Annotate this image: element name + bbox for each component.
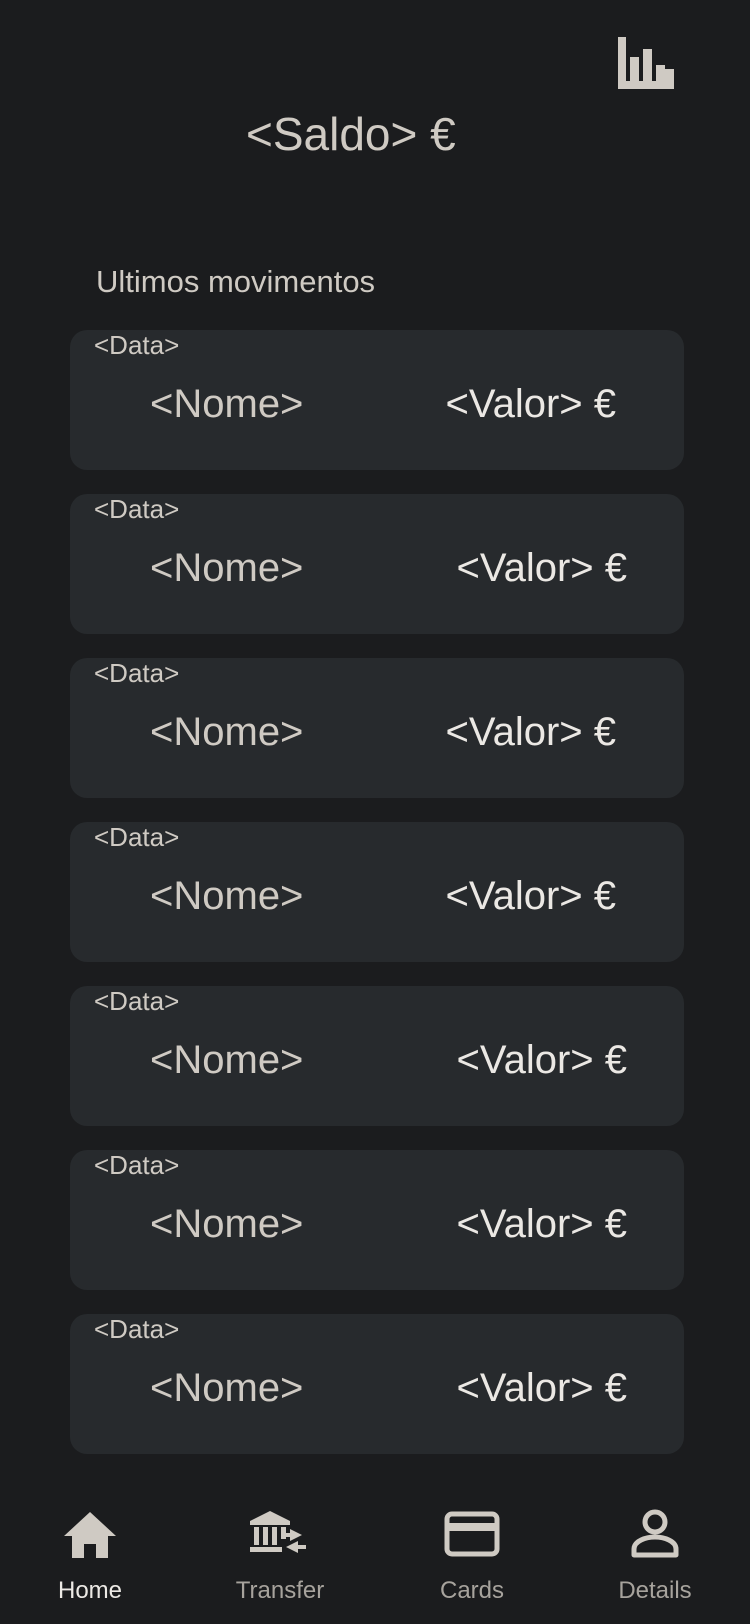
transaction-card[interactable]: <Data> <Nome> <Valor> € bbox=[70, 822, 684, 962]
credit-card-icon bbox=[440, 1502, 504, 1566]
transaction-date: <Data> bbox=[94, 1314, 180, 1344]
transaction-date: <Data> bbox=[94, 1150, 180, 1180]
statistics-button[interactable] bbox=[614, 32, 678, 94]
nav-details-label: Details bbox=[618, 1577, 692, 1604]
nav-cards[interactable]: Cards bbox=[392, 1484, 552, 1624]
home-icon bbox=[58, 1502, 122, 1566]
transaction-name: <Nome> bbox=[150, 874, 304, 918]
transaction-value: <Valor> € bbox=[445, 382, 617, 426]
transaction-date: <Data> bbox=[94, 822, 180, 852]
transaction-card[interactable]: <Data> <Nome> <Valor> € bbox=[70, 494, 684, 634]
transaction-value: <Valor> € bbox=[456, 1038, 628, 1082]
nav-details[interactable]: Details bbox=[575, 1484, 735, 1624]
transaction-date: <Data> bbox=[94, 494, 180, 524]
transaction-card[interactable]: <Data> <Nome> <Valor> € bbox=[70, 1150, 684, 1290]
transaction-name: <Nome> bbox=[150, 710, 304, 754]
transaction-date: <Data> bbox=[94, 658, 180, 688]
transaction-name: <Nome> bbox=[150, 1038, 304, 1082]
transaction-name: <Nome> bbox=[150, 1202, 304, 1246]
nav-transfer[interactable]: Transfer bbox=[200, 1484, 360, 1624]
transaction-name: <Nome> bbox=[150, 382, 304, 426]
bar-chart-icon bbox=[618, 37, 674, 89]
balance-amount: <Saldo> € bbox=[246, 108, 456, 160]
transaction-value: <Valor> € bbox=[456, 1366, 628, 1410]
transaction-date: <Data> bbox=[94, 330, 180, 360]
transaction-value: <Valor> € bbox=[445, 874, 617, 918]
transaction-card[interactable]: <Data> <Nome> <Valor> € bbox=[70, 330, 684, 470]
transactions-list: <Data> <Nome> <Valor> € <Data> <Nome> <V… bbox=[70, 330, 684, 1478]
transaction-value: <Valor> € bbox=[456, 1202, 628, 1246]
transaction-value: <Valor> € bbox=[445, 710, 617, 754]
nav-transfer-label: Transfer bbox=[235, 1577, 325, 1604]
nav-home[interactable]: Home bbox=[10, 1484, 170, 1624]
transaction-date: <Data> bbox=[94, 986, 180, 1016]
bank-transfer-icon bbox=[248, 1502, 312, 1566]
transaction-name: <Nome> bbox=[150, 546, 304, 590]
transaction-card[interactable]: <Data> <Nome> <Valor> € bbox=[70, 658, 684, 798]
person-icon bbox=[623, 1502, 687, 1566]
home-screen: <Saldo> € Ultimos movimentos <Data> <Nom… bbox=[0, 0, 750, 1624]
nav-home-label: Home bbox=[57, 1577, 123, 1604]
recent-movements-title: Ultimos movimentos bbox=[96, 264, 376, 299]
transaction-card[interactable]: <Data> <Nome> <Valor> € bbox=[70, 1314, 684, 1454]
bottom-navigation: Home Transfer Cards Details bbox=[0, 1484, 750, 1624]
transaction-name: <Nome> bbox=[150, 1366, 304, 1410]
nav-cards-label: Cards bbox=[439, 1577, 505, 1604]
transaction-value: <Valor> € bbox=[456, 546, 628, 590]
transaction-card[interactable]: <Data> <Nome> <Valor> € bbox=[70, 986, 684, 1126]
